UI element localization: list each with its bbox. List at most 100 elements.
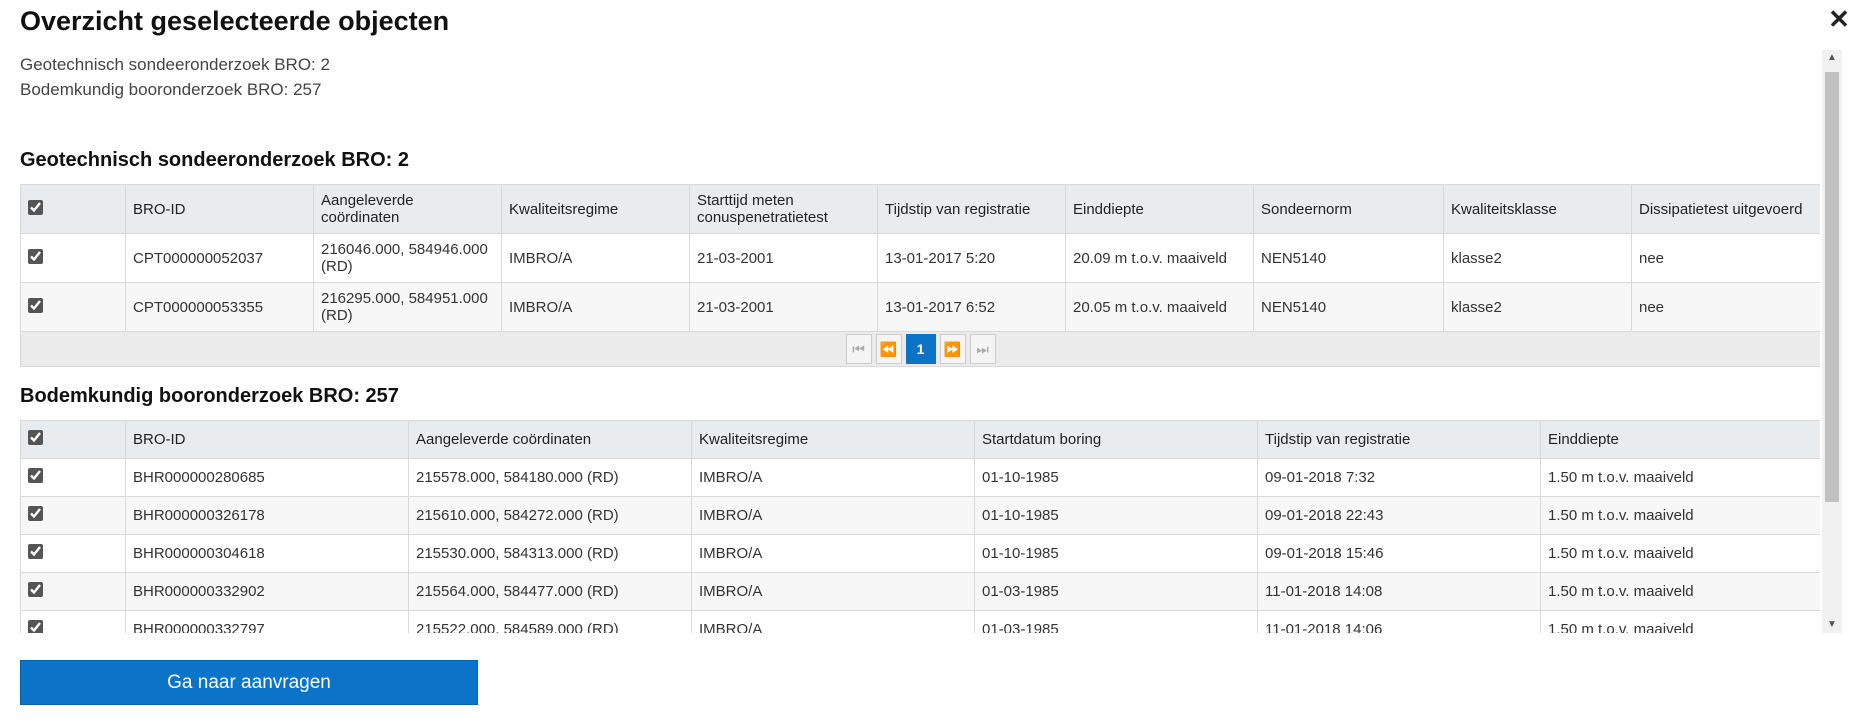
summary: Geotechnisch sondeeronderzoek BRO: 2 Bod… [20, 52, 1820, 102]
row-checkbox[interactable] [28, 506, 43, 521]
table-cell: 13-01-2017 5:20 [877, 233, 1066, 283]
row-checkbox[interactable] [28, 620, 43, 633]
scroll-thumb[interactable] [1825, 72, 1839, 502]
column-header[interactable]: Einddiepte [1540, 420, 1820, 459]
column-header[interactable]: BRO-ID [125, 420, 409, 459]
table-cell: BHR000000332797 [125, 610, 409, 633]
column-header[interactable]: Starttijd meten conuspenetratietest [689, 184, 878, 234]
column-header[interactable]: Startdatum boring [974, 420, 1258, 459]
column-header[interactable]: Sondeernorm [1253, 184, 1444, 234]
table-cell: 09-01-2018 7:32 [1257, 458, 1541, 497]
table-cell: 01-03-1985 [974, 610, 1258, 633]
row-select-cell [20, 534, 126, 573]
column-header[interactable]: Kwaliteitsklasse [1443, 184, 1632, 234]
first-page-icon[interactable]: ⏮ [845, 334, 872, 364]
table-cell: BHR000000326178 [125, 496, 409, 535]
close-icon[interactable]: ✕ [1826, 6, 1852, 32]
column-header[interactable]: Einddiepte [1065, 184, 1254, 234]
table-row[interactable]: BHR000000304618 215530.000, 584313.000 (R… [20, 534, 1820, 573]
row-select-cell [20, 282, 126, 332]
table-cell: IMBRO/A [691, 496, 975, 535]
row-checkbox[interactable] [28, 248, 43, 264]
select-all-checkbox[interactable] [28, 430, 43, 445]
table-cell: 11-01-2018 14:08 [1257, 572, 1541, 611]
table-cell: 216295.000, 584951.000 (RD) [313, 282, 502, 332]
summary-line-bhr: Bodemkundig booronderzoek BRO: 257 [20, 80, 322, 99]
column-header[interactable]: Kwaliteitsregime [691, 420, 975, 459]
bhr-table: BRO-ID Aangeleverde coördinaten Kwaliteits… [20, 420, 1820, 633]
select-all-cell [20, 420, 126, 459]
table-cell: IMBRO/A [691, 572, 975, 611]
prev-page-icon[interactable]: ⏪ [875, 334, 902, 364]
table-cell: 20.09 m t.o.v. maaiveld [1065, 233, 1254, 283]
table-row[interactable]: CPT000000052037 216046.000, 584946.000 (R… [20, 233, 1820, 283]
table-cell: BHR000000280685 [125, 458, 409, 497]
table-cell: 215530.000, 584313.000 (RD) [408, 534, 692, 573]
next-page-icon[interactable]: ⏩ [939, 334, 966, 364]
scroll-down-icon[interactable]: ▼ [1822, 617, 1842, 633]
table-cell: CPT000000053355 [125, 282, 314, 332]
row-checkbox[interactable] [28, 582, 43, 597]
column-header[interactable]: Tijdstip van registratie [1257, 420, 1541, 459]
column-header[interactable]: BRO-ID [125, 184, 314, 234]
column-header[interactable]: Dissipatietest uitgevoerd [1631, 184, 1820, 234]
table-cell: 1.50 m t.o.v. maaiveld [1540, 610, 1820, 633]
table-cell: 01-03-1985 [974, 572, 1258, 611]
go-to-requests-button[interactable]: Ga naar aanvragen [20, 660, 478, 705]
table-cell: IMBRO/A [691, 458, 975, 497]
table-cell: BHR000000304618 [125, 534, 409, 573]
dialog-title: Overzicht geselecteerde objecten [20, 6, 450, 36]
pager-bar: ⏮ ⏪ 1 ⏩ ⏭ [20, 331, 1820, 367]
table-cell: 215564.000, 584477.000 (RD) [408, 572, 692, 611]
table-cell: IMBRO/A [501, 282, 690, 332]
vertical-scrollbar[interactable]: ▲ ▼ [1822, 50, 1842, 633]
table-cell: 216046.000, 584946.000 (RD) [313, 233, 502, 283]
table-cell: NEN5140 [1253, 282, 1444, 332]
row-checkbox[interactable] [28, 297, 43, 313]
table-cell: IMBRO/A [691, 534, 975, 573]
row-select-cell [20, 233, 126, 283]
table-cell: 11-01-2018 14:06 [1257, 610, 1541, 633]
summary-line-cpt: Geotechnisch sondeeronderzoek BRO: 2 [20, 55, 330, 74]
table-cell: 1.50 m t.o.v. maaiveld [1540, 458, 1820, 497]
row-select-cell [20, 496, 126, 535]
column-header[interactable]: Aangeleverde coördinaten [408, 420, 692, 459]
column-header[interactable]: Tijdstip van registratie [877, 184, 1066, 234]
row-checkbox[interactable] [28, 544, 43, 559]
table-cell: klasse2 [1443, 282, 1632, 332]
table-row[interactable]: BHR000000280685 215578.000, 584180.000 (R… [20, 458, 1820, 497]
table-cell: 13-01-2017 6:52 [877, 282, 1066, 332]
table-cell: 20.05 m t.o.v. maaiveld [1065, 282, 1254, 332]
table-cell: nee [1631, 282, 1820, 332]
table-cell: CPT000000052037 [125, 233, 314, 283]
table-cell: 215522.000, 584589.000 (RD) [408, 610, 692, 633]
row-select-cell [20, 610, 126, 633]
select-all-checkbox[interactable] [28, 199, 43, 215]
table-cell: 09-01-2018 22:43 [1257, 496, 1541, 535]
table-cell: IMBRO/A [691, 610, 975, 633]
table-cell: 1.50 m t.o.v. maaiveld [1540, 496, 1820, 535]
row-checkbox[interactable] [28, 468, 43, 483]
table-cell: klasse2 [1443, 233, 1632, 283]
table-cell: 1.50 m t.o.v. maaiveld [1540, 534, 1820, 573]
row-select-cell [20, 458, 126, 497]
table-row[interactable]: BHR000000332797 215522.000, 584589.000 (R… [20, 610, 1820, 633]
results-scroll-area[interactable]: Geotechnisch sondeeronderzoek BRO: 2 Bod… [20, 50, 1820, 633]
table-row[interactable]: BHR000000326178 215610.000, 584272.000 (R… [20, 496, 1820, 535]
column-header[interactable]: Aangeleverde coördinaten [313, 184, 502, 234]
pagination: ⏮ ⏪ 1 ⏩ ⏭ [21, 334, 1820, 364]
cpt-table: BRO-ID Aangeleverde coördinaten Kwaliteits… [20, 184, 1820, 367]
table-cell: NEN5140 [1253, 233, 1444, 283]
row-select-cell [20, 572, 126, 611]
table-row[interactable]: CPT000000053355 216295.000, 584951.000 (R… [20, 282, 1820, 332]
bhr-section-title: Bodemkundig booronderzoek BRO: 257 [20, 385, 399, 407]
table-cell: 215610.000, 584272.000 (RD) [408, 496, 692, 535]
last-page-icon[interactable]: ⏭ [969, 334, 996, 364]
table-row[interactable]: BHR000000332902 215564.000, 584477.000 (R… [20, 572, 1820, 611]
table-cell: 215578.000, 584180.000 (RD) [408, 458, 692, 497]
scroll-up-icon[interactable]: ▲ [1822, 50, 1842, 66]
table-cell: 1.50 m t.o.v. maaiveld [1540, 572, 1820, 611]
page-1-button[interactable]: 1 [905, 334, 936, 364]
table-cell: 21-03-2001 [689, 233, 878, 283]
column-header[interactable]: Kwaliteitsregime [501, 184, 690, 234]
